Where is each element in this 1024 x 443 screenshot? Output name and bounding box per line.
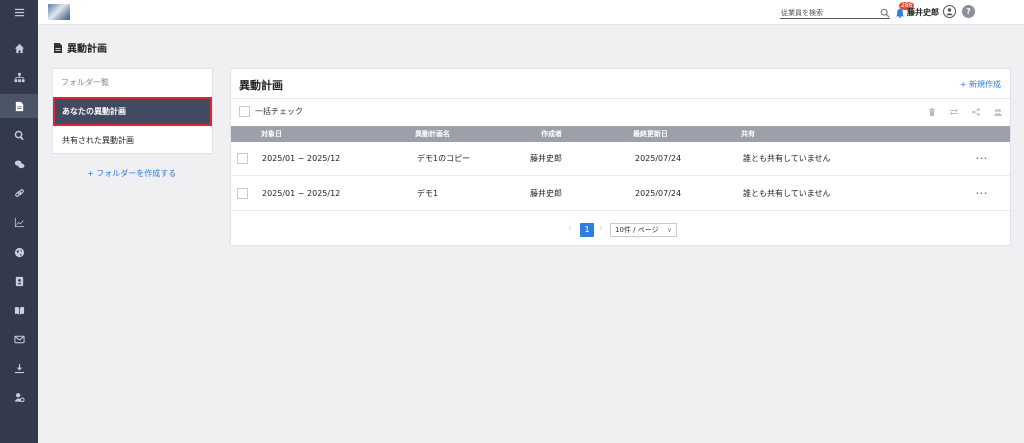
period-cell: 2025/01 ~ 2025/12	[262, 189, 341, 198]
row-more-menu[interactable]: ···	[976, 142, 988, 176]
column-header[interactable]: 対象日	[261, 126, 282, 142]
bulk-check-label: 一括チェック	[255, 107, 303, 116]
page-title: 異動計画	[54, 40, 107, 55]
row-more-menu[interactable]: ···	[976, 177, 988, 211]
folder-panel: フォルダ一覧 あなたの異動計画 共有された異動計画	[52, 68, 213, 154]
column-header[interactable]: 異動計画名	[415, 126, 450, 142]
updated-cell: 2025/07/24	[635, 189, 682, 198]
employee-search-input[interactable]: 従業員を検索	[780, 7, 890, 19]
next-page-icon[interactable]: ›	[599, 224, 603, 234]
menu-icon[interactable]	[0, 0, 38, 24]
swap-icon[interactable]	[949, 107, 958, 116]
updated-cell: 2025/07/24	[635, 154, 682, 163]
user-name[interactable]: 藤井史郎	[907, 7, 939, 19]
page-size-select[interactable]: 10件 / ページ ∨	[610, 223, 677, 237]
mail-icon[interactable]	[0, 327, 38, 351]
period-cell: 2025/01 ~ 2025/12	[262, 154, 341, 163]
folder-item-shared-plans[interactable]: 共有された異動計画	[53, 126, 212, 155]
people-icon[interactable]	[993, 107, 1002, 116]
shared-cell: 誰とも共有していません	[743, 189, 831, 198]
prev-page-icon[interactable]: ‹	[568, 224, 572, 234]
search-icon[interactable]	[880, 8, 890, 18]
bulk-check[interactable]: 一括チェック	[239, 106, 303, 117]
table-row[interactable]: 2025/01 ~ 2025/12 デモ1のコピー 藤井史郎 2025/07/2…	[231, 142, 1010, 176]
chart-icon[interactable]	[0, 210, 38, 234]
page-size-label: 10件 / ページ	[615, 226, 659, 234]
document-icon	[54, 42, 62, 53]
divider	[231, 98, 1010, 99]
pagination: ‹ 1 › 10件 / ページ ∨	[231, 223, 1010, 237]
row-checkbox[interactable]	[237, 188, 248, 199]
table-header: 対象日 異動計画名 作成者 最終更新日 共有	[231, 126, 1010, 142]
left-navigation	[0, 0, 38, 443]
creator-cell: 藤井史郎	[530, 189, 562, 198]
search-icon[interactable]	[0, 123, 38, 147]
company-logo-image[interactable]	[48, 4, 70, 20]
download-icon[interactable]	[0, 356, 38, 380]
folder-item-your-plans[interactable]: あなたの異動計画	[53, 97, 212, 126]
globe-icon[interactable]	[0, 240, 38, 264]
creator-cell: 藤井史郎	[530, 154, 562, 163]
create-folder-link[interactable]: + フォルダーを作成する	[87, 168, 176, 179]
transfer-plan-panel: 異動計画 + 新規作成 一括チェック 対象日 異動計画名 作成者 最終更新日 共…	[230, 68, 1011, 246]
book-icon[interactable]	[0, 298, 38, 322]
bulk-toolbar	[927, 107, 1002, 116]
bulk-checkbox[interactable]	[239, 106, 250, 117]
panel-title: 異動計画	[239, 79, 283, 92]
help-icon[interactable]: ?	[962, 5, 975, 18]
shared-cell: 誰とも共有していません	[743, 154, 831, 163]
row-checkbox[interactable]	[237, 153, 248, 164]
table-row[interactable]: 2025/01 ~ 2025/12 デモ1 藤井史郎 2025/07/24 誰と…	[231, 177, 1010, 211]
folder-list-header: フォルダ一覧	[61, 78, 109, 87]
link-icon[interactable]	[0, 181, 38, 205]
current-page-button[interactable]: 1	[580, 223, 594, 237]
page-title-text: 異動計画	[67, 44, 107, 55]
contact-card-icon[interactable]	[0, 269, 38, 293]
org-chart-icon[interactable]	[0, 65, 38, 89]
share-icon[interactable]	[971, 107, 980, 116]
document-icon[interactable]	[0, 94, 38, 118]
plan-name-cell[interactable]: デモ1のコピー	[417, 142, 470, 176]
trash-icon[interactable]	[927, 107, 936, 116]
user-settings-icon[interactable]	[0, 385, 38, 409]
user-avatar-icon[interactable]	[943, 5, 956, 18]
column-header[interactable]: 共有	[741, 126, 755, 142]
chevron-down-icon: ∨	[666, 226, 672, 234]
chat-icon[interactable]	[0, 152, 38, 176]
column-header[interactable]: 最終更新日	[633, 126, 668, 142]
new-plan-button[interactable]: + 新規作成	[960, 79, 1001, 90]
plan-name-cell[interactable]: デモ1	[417, 177, 438, 211]
home-icon[interactable]	[0, 36, 38, 60]
column-header[interactable]: 作成者	[541, 126, 562, 142]
